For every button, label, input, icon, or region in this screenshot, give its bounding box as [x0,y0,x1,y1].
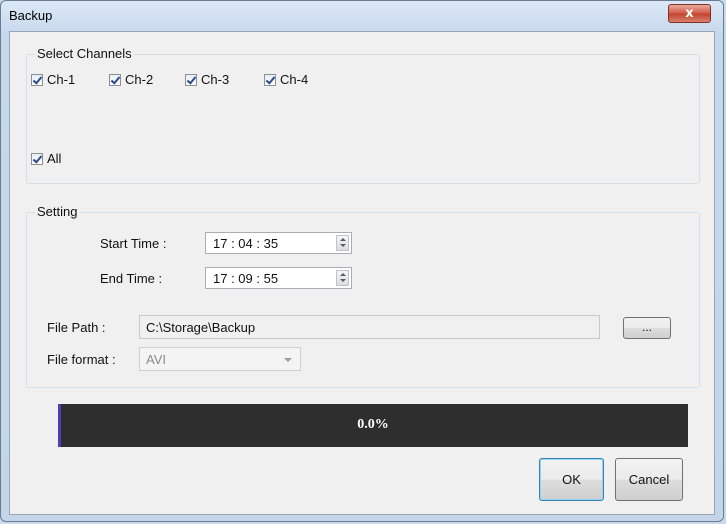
start-time-label: Start Time : [100,236,167,251]
checkbox-checked-icon [109,73,121,86]
checkbox-checked-icon [185,73,197,86]
file-path-label: File Path : [47,320,106,335]
start-time-value: 17 : 04 : 35 [213,236,279,251]
checkbox-checked-icon [31,73,43,86]
checkbox-ch-4[interactable]: Ch-4 [264,72,308,87]
spinner-arrows-icon[interactable] [336,270,349,286]
close-button[interactable]: x [668,4,711,23]
checkbox-all[interactable]: All [31,151,61,166]
checkbox-checked-icon [264,73,276,86]
checkbox-ch-4-label: Ch-4 [280,72,309,87]
browse-button[interactable]: ... [623,317,671,339]
file-format-label: File format : [47,352,116,367]
checkbox-checked-icon [31,152,43,165]
checkbox-ch-3-label: Ch-3 [201,72,230,87]
file-path-value: C:\Storage\Backup [146,320,256,335]
window-title: Backup [9,8,53,23]
ok-button[interactable]: OK [539,458,604,501]
checkbox-ch-1[interactable]: Ch-1 [31,72,75,87]
setting-label: Setting [35,204,80,219]
checkbox-all-label: All [47,151,62,166]
checkbox-ch-2[interactable]: Ch-2 [109,72,153,87]
end-time-spinner[interactable]: 17 : 09 : 55 [205,267,352,289]
backup-progress-bar: 0.0% [58,404,688,447]
file-format-select[interactable]: AVI [139,347,301,371]
close-icon: x [685,6,694,21]
progress-text: 0.0% [357,417,389,432]
select-channels-group: Select Channels Ch-1 Ch-2 Ch-3 Ch-4 All [26,46,700,184]
select-channels-label: Select Channels [35,46,134,61]
cancel-button[interactable]: Cancel [615,458,683,501]
title-bar: Backup x [1,1,723,31]
setting-group: Setting Start Time : 17 : 04 : 35 End Ti… [26,204,700,388]
dialog-body: Select Channels Ch-1 Ch-2 Ch-3 Ch-4 All [9,31,715,515]
chevron-down-icon [284,358,292,362]
end-time-value: 17 : 09 : 55 [213,271,279,286]
start-time-spinner[interactable]: 17 : 04 : 35 [205,232,352,254]
spinner-arrows-icon[interactable] [336,235,349,251]
end-time-label: End Time : [100,271,163,286]
file-path-field[interactable]: C:\Storage\Backup [139,315,600,339]
checkbox-ch-1-label: Ch-1 [47,72,76,87]
backup-dialog: Backup x Select Channels Ch-1 Ch-2 Ch-3 … [0,0,724,522]
checkbox-ch-2-label: Ch-2 [125,72,154,87]
checkbox-ch-3[interactable]: Ch-3 [185,72,229,87]
file-format-value: AVI [146,352,166,367]
